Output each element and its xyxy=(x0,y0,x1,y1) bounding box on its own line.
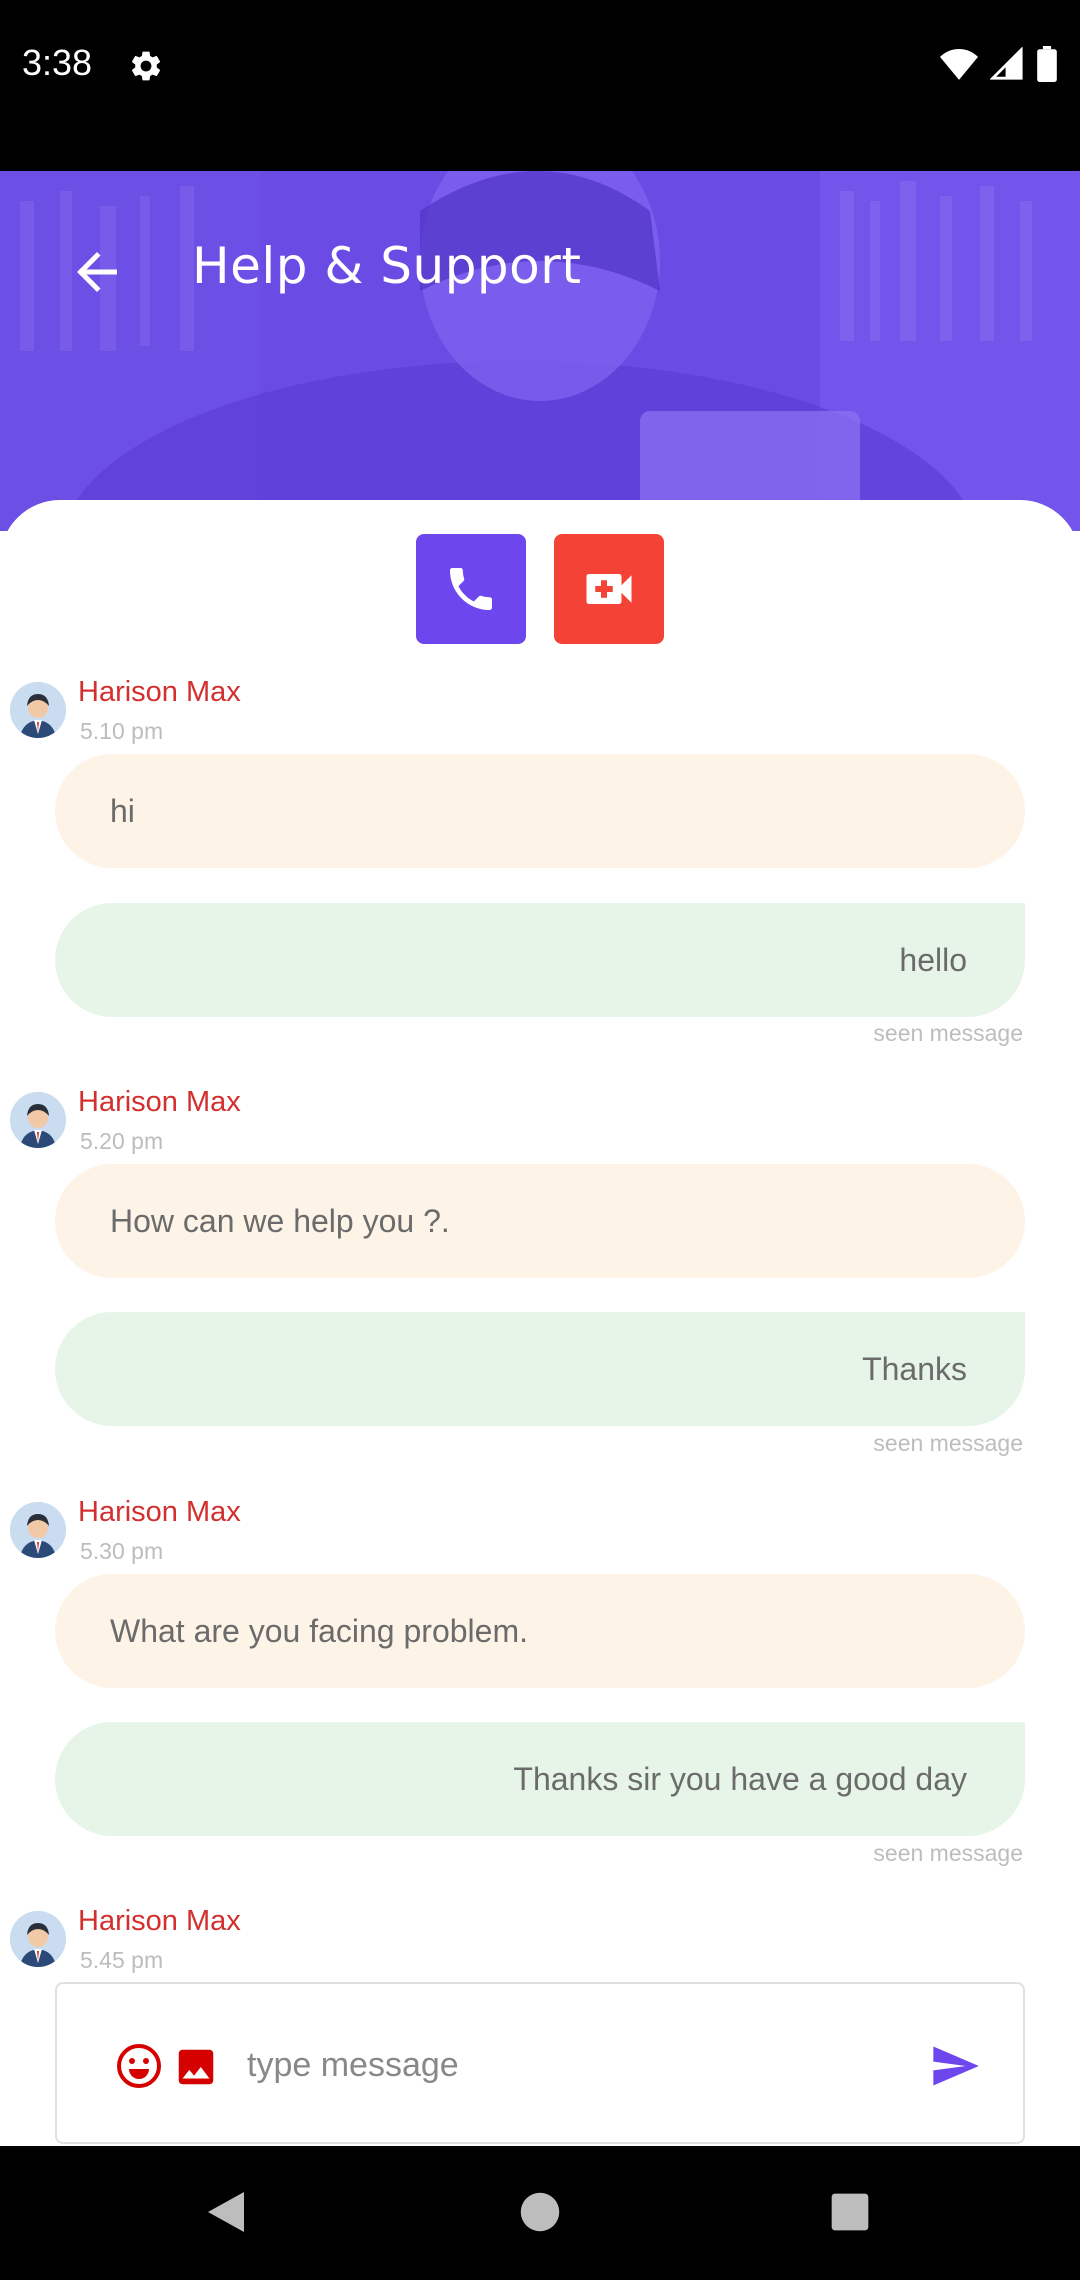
header-banner: Help & Support xyxy=(0,171,1080,531)
send-icon[interactable] xyxy=(929,2040,981,2092)
seen-status: seen message xyxy=(873,1840,1023,1866)
incoming-message-bubble: hi xyxy=(55,754,1025,868)
message-text: How can we help you ?. xyxy=(110,1202,450,1239)
outgoing-message-bubble: hello xyxy=(55,903,1025,1017)
avatar xyxy=(10,682,66,738)
navigation-bar xyxy=(0,2146,1080,2280)
nav-home-button[interactable] xyxy=(510,2182,570,2242)
person-avatar-icon xyxy=(10,1911,66,1967)
incoming-message-bubble: How can we help you ?. xyxy=(55,1164,1025,1278)
message-text: hi xyxy=(110,792,135,829)
message-composer xyxy=(55,1982,1025,2144)
nav-back-button[interactable] xyxy=(196,2182,256,2242)
message-time: 5.30 pm xyxy=(80,1538,164,1564)
battery-icon xyxy=(1037,46,1057,82)
person-avatar-icon xyxy=(10,1502,66,1558)
message-time: 5.45 pm xyxy=(80,1947,164,1973)
emoji-icon[interactable] xyxy=(115,2042,163,2090)
outgoing-message-bubble: Thanks sir you have a good day xyxy=(55,1722,1025,1836)
message-time: 5.20 pm xyxy=(80,1128,164,1154)
settings-gear-icon xyxy=(131,51,161,81)
avatar xyxy=(10,1911,66,1967)
back-button[interactable] xyxy=(62,237,132,307)
sender-name: Harison Max xyxy=(78,676,241,708)
avatar xyxy=(10,1502,66,1558)
message-text: What are you facing problem. xyxy=(110,1612,528,1649)
chat-panel: Harison Max 5.10 pm hi hello seen messag… xyxy=(0,500,1080,2146)
circle-home-icon xyxy=(520,2192,560,2232)
person-avatar-icon xyxy=(10,1092,66,1148)
nav-recents-button[interactable] xyxy=(820,2182,880,2242)
message-text: Thanks xyxy=(862,1350,967,1387)
sender-name: Harison Max xyxy=(78,1496,241,1528)
header-background-photo xyxy=(0,171,1080,531)
message-time: 5.10 pm xyxy=(80,718,164,744)
triangle-back-icon xyxy=(208,2192,244,2232)
status-time: 3:38 xyxy=(22,42,93,83)
cell-signal-icon xyxy=(990,47,1023,80)
message-text: hello xyxy=(899,941,967,978)
video-plus-icon xyxy=(586,574,632,604)
seen-status: seen message xyxy=(873,1430,1023,1456)
message-text: Thanks sir you have a good day xyxy=(513,1760,967,1797)
message-input[interactable] xyxy=(247,2029,947,2101)
wifi-icon xyxy=(940,48,978,80)
page-title: Help & Support xyxy=(192,237,582,295)
phone-icon xyxy=(450,568,492,610)
seen-status: seen message xyxy=(873,1020,1023,1046)
video-call-button[interactable] xyxy=(554,534,664,644)
image-icon[interactable] xyxy=(173,2044,219,2090)
voice-call-button[interactable] xyxy=(416,534,526,644)
arrow-back-icon xyxy=(77,252,117,292)
sender-name: Harison Max xyxy=(78,1086,241,1118)
status-icons xyxy=(940,46,1058,82)
outgoing-message-bubble: Thanks xyxy=(55,1312,1025,1426)
incoming-message-bubble: What are you facing problem. xyxy=(55,1574,1025,1688)
person-avatar-icon xyxy=(10,682,66,738)
avatar xyxy=(10,1092,66,1148)
square-recents-icon xyxy=(831,2193,869,2231)
sender-name: Harison Max xyxy=(78,1905,241,1937)
status-bar: 3:38 xyxy=(0,0,1080,171)
